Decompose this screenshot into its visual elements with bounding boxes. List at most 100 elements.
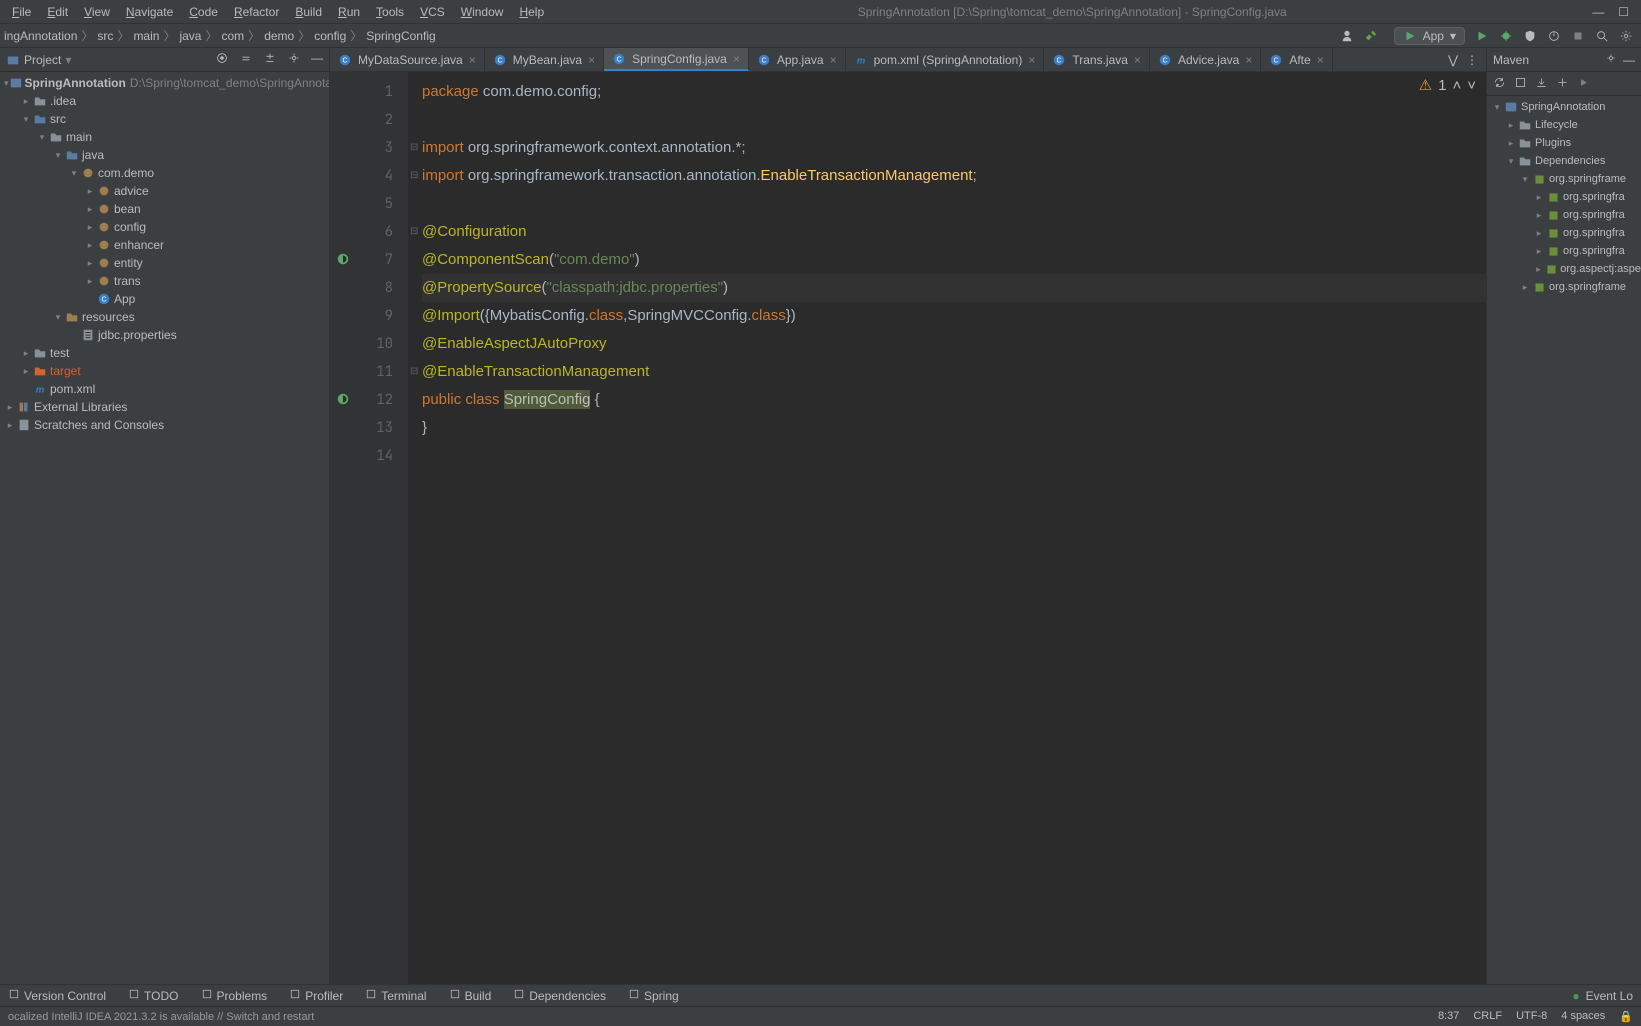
line-number[interactable]: 12 — [360, 386, 407, 414]
tree-item[interactable]: ▸target — [0, 362, 329, 380]
line-number[interactable]: 8 — [360, 274, 407, 302]
expand-arrow-icon[interactable]: ▾ — [1519, 174, 1531, 185]
menu-run[interactable]: Run — [330, 5, 368, 19]
close-icon[interactable]: × — [1317, 53, 1324, 67]
coverage-icon[interactable] — [1523, 29, 1537, 43]
expand-arrow-icon[interactable]: ▸ — [1533, 246, 1545, 257]
tab-springconfig-java[interactable]: CSpringConfig.java× — [604, 48, 749, 71]
tree-item[interactable]: ▸trans — [0, 272, 329, 290]
tab-app-java[interactable]: CApp.java× — [749, 48, 846, 71]
code-line[interactable]: } — [422, 414, 1486, 442]
tree-item[interactable]: mpom.xml — [0, 380, 329, 398]
expand-arrow-icon[interactable]: ▸ — [84, 240, 96, 251]
build-icon[interactable] — [1364, 29, 1378, 43]
close-icon[interactable]: × — [830, 53, 837, 67]
expand-arrow-icon[interactable]: ▾ — [1491, 102, 1503, 113]
statusbar-message[interactable]: ocalized IntelliJ IDEA 2021.3.2 is avail… — [8, 1011, 1438, 1023]
tool-version-control[interactable]: Version Control — [8, 988, 106, 1003]
menu-navigate[interactable]: Navigate — [118, 5, 181, 19]
code-line[interactable] — [422, 442, 1486, 470]
menu-view[interactable]: View — [76, 5, 118, 19]
tree-item[interactable]: ▾src — [0, 110, 329, 128]
maven-panel-title[interactable]: Maven — [1493, 53, 1605, 67]
tree-item[interactable]: ▸config — [0, 218, 329, 236]
tool-profiler[interactable]: Profiler — [289, 988, 343, 1003]
close-icon[interactable]: × — [588, 53, 595, 67]
tab-afte[interactable]: CAfte× — [1261, 48, 1332, 71]
project-tree[interactable]: ▾SpringAnnotationD:\Spring\tomcat_demo\S… — [0, 72, 329, 984]
menu-edit[interactable]: Edit — [39, 5, 76, 19]
tab-dropdown-icon[interactable]: ⋁ — [1448, 53, 1458, 67]
tree-item[interactable]: ▸org.springfra — [1487, 224, 1641, 242]
collapse-all-icon[interactable] — [263, 51, 277, 68]
maximize-icon[interactable]: ☐ — [1618, 5, 1629, 19]
event-log-label[interactable]: Event Lo — [1586, 989, 1633, 1003]
tree-item[interactable]: ▸org.springfra — [1487, 206, 1641, 224]
menu-tools[interactable]: Tools — [368, 5, 412, 19]
tool-build[interactable]: Build — [449, 988, 492, 1003]
search-icon[interactable] — [1595, 29, 1609, 43]
spring-gutter-icon[interactable] — [336, 252, 352, 268]
expand-arrow-icon[interactable]: ▸ — [1519, 282, 1531, 293]
close-icon[interactable]: × — [733, 52, 740, 66]
caret-position[interactable]: 8:37 — [1438, 1010, 1459, 1023]
code-line[interactable]: ⊟@EnableTransactionManagement — [422, 358, 1486, 386]
tab-advice-java[interactable]: CAdvice.java× — [1150, 48, 1261, 71]
tree-item[interactable]: ▸org.springfra — [1487, 242, 1641, 260]
tree-item[interactable]: ▸org.springfra — [1487, 188, 1641, 206]
tree-item[interactable]: ▾org.springframe — [1487, 170, 1641, 188]
close-icon[interactable]: × — [1028, 53, 1035, 67]
expand-arrow-icon[interactable]: ▸ — [1505, 138, 1517, 149]
panel-settings-icon[interactable] — [287, 51, 301, 68]
code-editor[interactable]: ⚠ 1 ˄ ˅ package com.demo.config;⊟import … — [408, 72, 1486, 984]
code-line[interactable] — [422, 190, 1486, 218]
tab-pom-xml-springannotation-[interactable]: mpom.xml (SpringAnnotation)× — [846, 48, 1045, 71]
tree-item[interactable]: ▸enhancer — [0, 236, 329, 254]
tree-item[interactable]: ▾resources — [0, 308, 329, 326]
reload-icon[interactable] — [1493, 76, 1506, 92]
download-icon[interactable] — [1535, 76, 1548, 92]
expand-arrow-icon[interactable]: ▸ — [20, 348, 32, 359]
tool-terminal[interactable]: Terminal — [365, 988, 426, 1003]
tree-item[interactable]: ▸bean — [0, 200, 329, 218]
line-number[interactable]: 2 — [360, 106, 407, 134]
code-line[interactable]: @Import({MybatisConfig.class,SpringMVCCo… — [422, 302, 1486, 330]
expand-arrow-icon[interactable]: ▸ — [1533, 228, 1545, 239]
profiler-run-icon[interactable] — [1547, 29, 1561, 43]
file-encoding[interactable]: UTF-8 — [1516, 1010, 1547, 1023]
expand-arrow-icon[interactable]: ▾ — [36, 132, 48, 143]
expand-arrow-icon[interactable]: ▸ — [84, 222, 96, 233]
code-line[interactable]: ⊟import org.springframework.transaction.… — [422, 162, 1486, 190]
line-separator[interactable]: CRLF — [1473, 1010, 1502, 1023]
tool-problems[interactable]: Problems — [201, 988, 268, 1003]
close-icon[interactable]: × — [1245, 53, 1252, 67]
tree-item[interactable]: ▸test — [0, 344, 329, 362]
indent-setting[interactable]: 4 spaces — [1561, 1010, 1605, 1023]
readonly-icon[interactable]: 🔒 — [1619, 1010, 1633, 1023]
debug-icon[interactable] — [1499, 29, 1513, 43]
add-icon[interactable] — [1556, 76, 1569, 92]
expand-arrow-icon[interactable]: ▸ — [84, 276, 96, 287]
line-number[interactable]: 4 — [360, 162, 407, 190]
fold-icon[interactable]: ⊟ — [410, 218, 418, 246]
tree-item[interactable]: ▾main — [0, 128, 329, 146]
expand-arrow-icon[interactable]: ▸ — [84, 204, 96, 215]
line-number[interactable]: 10 — [360, 330, 407, 358]
tree-item[interactable]: ▾Dependencies — [1487, 152, 1641, 170]
tree-item[interactable]: ▸External Libraries — [0, 398, 329, 416]
fold-icon[interactable]: ⊟ — [410, 358, 418, 386]
line-number[interactable]: 13 — [360, 414, 407, 442]
menu-help[interactable]: Help — [511, 5, 552, 19]
tab-menu-icon[interactable]: ⋮ — [1466, 53, 1478, 67]
expand-arrow-icon[interactable]: ▸ — [84, 258, 96, 269]
expand-arrow-icon[interactable]: ▸ — [1533, 192, 1545, 203]
chevron-down-icon[interactable]: ▾ — [65, 53, 71, 67]
tree-item[interactable]: ▾SpringAnnotation — [1487, 98, 1641, 116]
expand-arrow-icon[interactable]: ▸ — [1505, 120, 1517, 131]
tab-mybean-java[interactable]: CMyBean.java× — [485, 48, 604, 71]
menu-refactor[interactable]: Refactor — [226, 5, 287, 19]
menu-window[interactable]: Window — [453, 5, 512, 19]
tree-item[interactable]: ▸advice — [0, 182, 329, 200]
line-number[interactable]: 11 — [360, 358, 407, 386]
breadcrumb-item[interactable]: demo — [264, 29, 294, 43]
